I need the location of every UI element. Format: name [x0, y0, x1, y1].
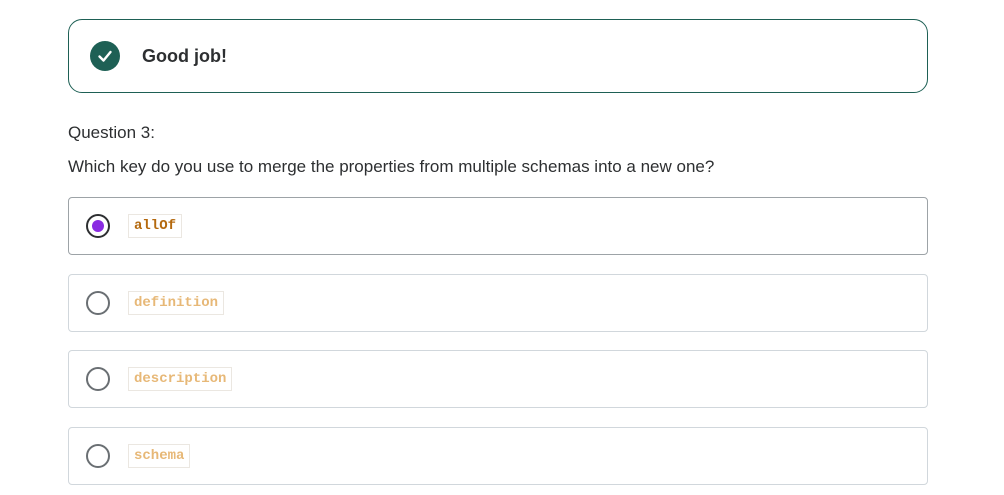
- answer-option-definition[interactable]: definition: [68, 274, 928, 332]
- radio-selected-dot: [92, 220, 104, 232]
- feedback-banner: Good job!: [68, 19, 928, 93]
- answer-label: definition: [128, 291, 225, 315]
- answer-label: allOf: [128, 214, 183, 238]
- answer-label: schema: [128, 444, 191, 468]
- question-number: Question 3:: [68, 123, 155, 142]
- answer-option-allof[interactable]: allOf: [68, 197, 928, 255]
- radio-button[interactable]: [86, 444, 110, 468]
- feedback-message: Good job!: [142, 45, 227, 66]
- question-prompt: Which key do you use to merge the proper…: [68, 157, 715, 176]
- answer-label: description: [128, 367, 233, 391]
- answer-option-schema[interactable]: schema: [68, 427, 928, 485]
- radio-button[interactable]: [86, 291, 110, 315]
- check-circle-icon: [90, 41, 120, 71]
- radio-button[interactable]: [86, 367, 110, 391]
- answer-option-description[interactable]: description: [68, 350, 928, 408]
- radio-button[interactable]: [86, 214, 110, 238]
